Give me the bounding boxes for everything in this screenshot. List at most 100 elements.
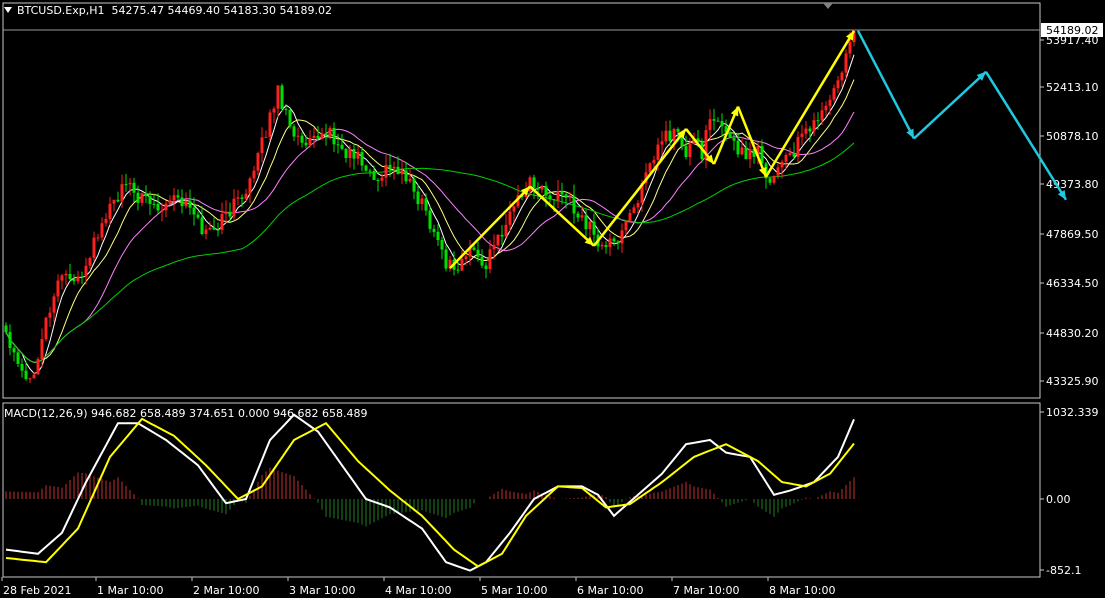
- candle-body[interactable]: [416, 191, 420, 205]
- candle-body[interactable]: [708, 119, 712, 131]
- candle-body[interactable]: [652, 159, 656, 164]
- candle-body[interactable]: [16, 352, 20, 364]
- candle-body[interactable]: [324, 133, 328, 136]
- candle-body[interactable]: [240, 197, 244, 199]
- candle-body[interactable]: [388, 164, 392, 169]
- candle-body[interactable]: [168, 200, 172, 204]
- candle-body[interactable]: [332, 128, 336, 145]
- candle-body[interactable]: [800, 133, 804, 137]
- candle-body[interactable]: [576, 213, 580, 218]
- candle-body[interactable]: [732, 138, 736, 141]
- candle-body[interactable]: [64, 273, 68, 276]
- candle-body[interactable]: [400, 170, 404, 175]
- candle-body[interactable]: [348, 148, 352, 159]
- candle-body[interactable]: [608, 238, 612, 248]
- candle-body[interactable]: [72, 279, 76, 282]
- candle-body[interactable]: [432, 228, 436, 232]
- candle-body[interactable]: [440, 240, 444, 250]
- candle-body[interactable]: [784, 154, 788, 162]
- candle-body[interactable]: [196, 214, 200, 218]
- candle-body[interactable]: [100, 223, 104, 238]
- candle-body[interactable]: [356, 151, 360, 159]
- candle-body[interactable]: [544, 186, 548, 196]
- candle-body[interactable]: [684, 146, 688, 158]
- candle-body[interactable]: [540, 186, 544, 190]
- candle-body[interactable]: [744, 147, 748, 160]
- candle-body[interactable]: [236, 197, 240, 199]
- candle-body[interactable]: [772, 175, 776, 183]
- candle-body[interactable]: [268, 112, 272, 137]
- candle-body[interactable]: [592, 221, 596, 235]
- candle-body[interactable]: [408, 178, 412, 182]
- candle-body[interactable]: [336, 144, 340, 146]
- candle-body[interactable]: [656, 144, 660, 160]
- candle-body[interactable]: [612, 238, 616, 242]
- candle-body[interactable]: [312, 135, 316, 138]
- candle-body[interactable]: [344, 148, 348, 159]
- candle-body[interactable]: [672, 129, 676, 141]
- candle-body[interactable]: [40, 339, 44, 360]
- candle-body[interactable]: [224, 211, 228, 214]
- candle-body[interactable]: [564, 194, 568, 198]
- candle-body[interactable]: [492, 245, 496, 250]
- candle-body[interactable]: [44, 317, 48, 340]
- candle-body[interactable]: [84, 265, 88, 277]
- candle-body[interactable]: [112, 199, 116, 204]
- candle-body[interactable]: [220, 213, 224, 230]
- candle-body[interactable]: [832, 88, 836, 100]
- candle-body[interactable]: [780, 161, 784, 168]
- candle-body[interactable]: [320, 133, 324, 139]
- candle-body[interactable]: [212, 227, 216, 230]
- candle-body[interactable]: [532, 177, 536, 188]
- candle-body[interactable]: [12, 348, 16, 353]
- candle-body[interactable]: [276, 85, 280, 109]
- candle-body[interactable]: [368, 170, 372, 172]
- candle-body[interactable]: [92, 237, 96, 259]
- candle-body[interactable]: [632, 207, 636, 213]
- candle-body[interactable]: [316, 135, 320, 139]
- candle-body[interactable]: [204, 229, 208, 234]
- candle-body[interactable]: [292, 126, 296, 137]
- candle-body[interactable]: [76, 276, 80, 282]
- candle-body[interactable]: [376, 180, 380, 182]
- candle-body[interactable]: [560, 191, 564, 195]
- candle-body[interactable]: [720, 121, 724, 127]
- candle-body[interactable]: [188, 200, 192, 208]
- candle-body[interactable]: [788, 152, 792, 155]
- candle-body[interactable]: [712, 119, 716, 121]
- candle-body[interactable]: [20, 363, 24, 371]
- candle-body[interactable]: [568, 196, 572, 198]
- candle-body[interactable]: [176, 195, 180, 198]
- candle-body[interactable]: [588, 221, 592, 230]
- candle-body[interactable]: [160, 210, 164, 212]
- candle-body[interactable]: [412, 178, 416, 192]
- candle-body[interactable]: [392, 166, 396, 169]
- candle-body[interactable]: [104, 218, 108, 224]
- candle-body[interactable]: [836, 80, 840, 89]
- candle-body[interactable]: [464, 256, 468, 260]
- candle-body[interactable]: [264, 136, 268, 138]
- candle-body[interactable]: [232, 198, 236, 217]
- candle-body[interactable]: [116, 199, 120, 202]
- candle-body[interactable]: [812, 120, 816, 132]
- candle-body[interactable]: [296, 135, 300, 137]
- candle-body[interactable]: [660, 141, 664, 145]
- candle-body[interactable]: [108, 203, 112, 219]
- candle-body[interactable]: [136, 192, 140, 203]
- candle-body[interactable]: [668, 130, 672, 141]
- candle-body[interactable]: [716, 120, 720, 122]
- candle-body[interactable]: [444, 249, 448, 269]
- candle-body[interactable]: [128, 182, 132, 185]
- candle-body[interactable]: [424, 198, 428, 211]
- candle-body[interactable]: [48, 312, 52, 318]
- candle-body[interactable]: [816, 120, 820, 122]
- candle-body[interactable]: [88, 258, 92, 266]
- candle-body[interactable]: [736, 140, 740, 155]
- candle-body[interactable]: [624, 220, 628, 231]
- candle-body[interactable]: [600, 245, 604, 247]
- candle-body[interactable]: [844, 53, 848, 73]
- candle-body[interactable]: [56, 280, 60, 297]
- candle-body[interactable]: [308, 137, 312, 146]
- candle-body[interactable]: [184, 200, 188, 207]
- candle-body[interactable]: [484, 265, 488, 270]
